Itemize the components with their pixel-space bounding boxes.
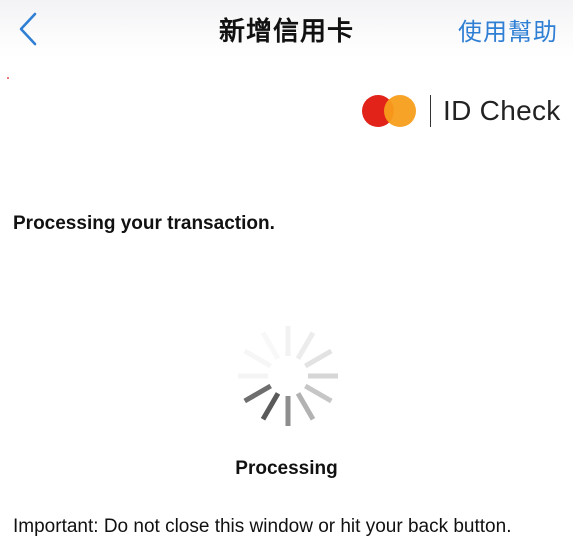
mastercard-logo-icon	[362, 93, 416, 129]
stray-dot	[7, 77, 9, 79]
spinner-spoke	[304, 348, 333, 369]
brand-divider	[430, 95, 431, 127]
spinner-spoke	[243, 348, 272, 369]
important-note: Important: Do not close this window or h…	[13, 516, 512, 537]
processing-status-label: Processing	[235, 458, 338, 479]
spinner-spoke	[304, 383, 333, 404]
id-check-label: ID Check	[443, 95, 561, 126]
loading-spinner-icon	[238, 326, 338, 426]
spinner-spoke	[260, 331, 281, 360]
spinner-spoke	[243, 383, 272, 404]
navigation-bar: 新增信用卡 使用幫助	[0, 0, 573, 58]
spinner-spoke	[260, 392, 281, 421]
spinner-spoke	[295, 331, 316, 360]
mastercard-orange-circle	[384, 95, 416, 127]
id-check-brand: ID Check	[362, 92, 561, 130]
spinner-spoke	[295, 392, 316, 421]
help-link[interactable]: 使用幫助	[458, 12, 558, 47]
processing-heading: Processing your transaction.	[13, 213, 275, 234]
